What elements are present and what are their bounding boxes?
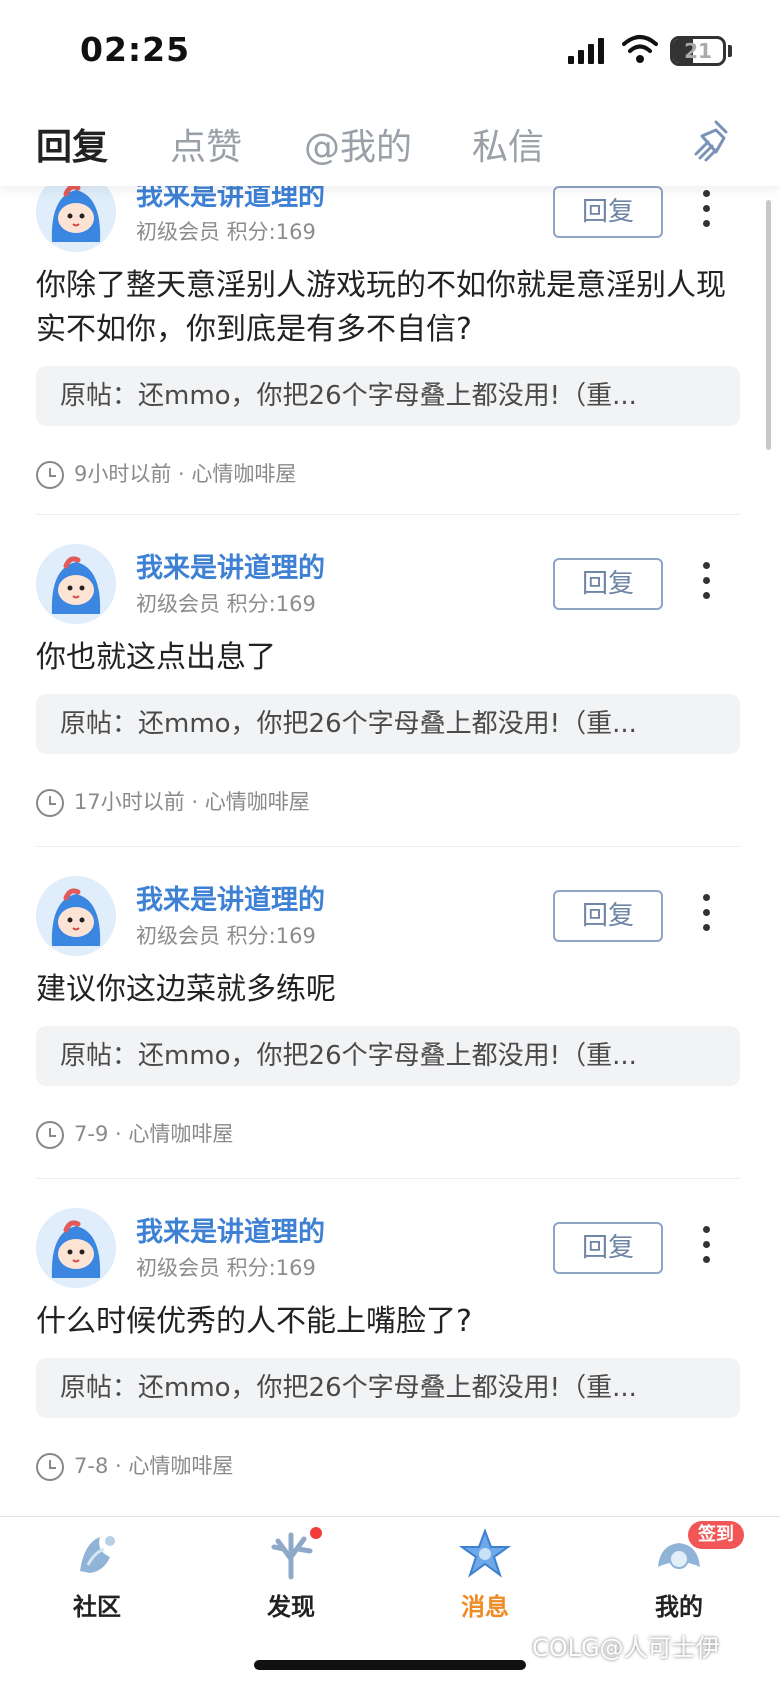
more-options-icon[interactable] <box>696 186 716 236</box>
battery-icon: 21 <box>670 36 726 66</box>
community-icon <box>80 1536 115 1573</box>
original-post[interactable]: 原帖：还mmo，你把26个字母叠上都没用!（重... <box>36 366 740 426</box>
reply-button[interactable]: 回复 <box>553 1222 663 1274</box>
meta-text: 9小时以前 · 心情咖啡屋 <box>74 462 297 486</box>
reply-button[interactable]: 回复 <box>553 186 663 238</box>
tab-private-messages[interactable]: 私信 <box>472 118 544 170</box>
meta-text: 7-9 · 心情咖啡屋 <box>74 1122 234 1146</box>
battery-cap <box>728 45 732 57</box>
member-info: 初级会员 积分:169 <box>136 1256 316 1280</box>
divider <box>36 846 740 847</box>
nav-profile-label: 我的 <box>655 1593 703 1621</box>
avatar[interactable] <box>36 186 116 252</box>
reply-content: 建议你这边菜就多练呢 <box>36 972 336 1007</box>
original-post[interactable]: 原帖：还mmo，你把26个字母叠上都没用!（重... <box>36 694 740 754</box>
clock-icon <box>36 1453 64 1481</box>
cellular-signal-icon <box>568 38 604 64</box>
username[interactable]: 我来是讲道理的 <box>136 878 325 917</box>
message-tabs: 回复 点赞 @我的 私信 <box>0 100 780 186</box>
nav-community[interactable]: 社区 <box>37 1527 157 1622</box>
divider <box>36 514 740 515</box>
username[interactable]: 我来是讲道理的 <box>136 546 325 585</box>
more-options-icon[interactable] <box>696 558 716 608</box>
nav-discover-label: 发现 <box>267 1593 315 1621</box>
home-indicator[interactable] <box>254 1660 526 1670</box>
reply-button[interactable]: 回复 <box>553 558 663 610</box>
reply-meta: 17小时以前 · 心情咖啡屋 <box>36 786 310 817</box>
scrollbar[interactable] <box>766 200 771 450</box>
divider <box>36 1178 740 1179</box>
reply-meta: 7-9 · 心情咖啡屋 <box>36 1118 233 1149</box>
username[interactable]: 我来是讲道理的 <box>136 186 325 213</box>
member-info: 初级会员 积分:169 <box>136 592 316 616</box>
tab-likes[interactable]: 点赞 <box>170 118 242 170</box>
nav-community-label: 社区 <box>73 1593 121 1621</box>
original-post[interactable]: 原帖：还mmo，你把26个字母叠上都没用!（重... <box>36 1026 740 1086</box>
reply-content: 什么时候优秀的人不能上嘴脸了? <box>36 1304 472 1339</box>
reply-button[interactable]: 回复 <box>553 890 663 942</box>
message-icon <box>458 1528 512 1578</box>
member-info: 初级会员 积分:169 <box>136 220 316 244</box>
nav-profile[interactable]: 签到 我的 <box>619 1521 744 1622</box>
original-post[interactable]: 原帖：还mmo，你把26个字母叠上都没用!（重... <box>36 1358 740 1418</box>
member-info: 初级会员 积分:169 <box>136 924 316 948</box>
status-bar: 02:25 21 <box>0 0 780 100</box>
clear-broom-icon[interactable] <box>688 116 736 164</box>
more-options-icon[interactable] <box>696 1222 716 1272</box>
more-options-icon[interactable] <box>696 890 716 940</box>
reply-feed: 我来是讲道理的 初级会员 积分:169 回复 你除了整天意淫别人游戏玩的不如你就… <box>0 186 780 1516</box>
username[interactable]: 我来是讲道理的 <box>136 1210 325 1249</box>
watermark: COLG@人可士伊 <box>532 1634 720 1662</box>
wifi-icon <box>622 35 658 63</box>
sign-in-badge[interactable]: 签到 <box>688 1521 744 1549</box>
battery-level: 21 <box>684 39 712 63</box>
reply-meta: 9小时以前 · 心情咖啡屋 <box>36 458 296 489</box>
tab-replies[interactable]: 回复 <box>36 118 108 170</box>
reply-meta: 7-8 · 心情咖啡屋 <box>36 1450 233 1481</box>
avatar[interactable] <box>36 876 116 956</box>
clock-icon <box>36 789 64 817</box>
status-time: 02:25 <box>80 30 191 69</box>
avatar[interactable] <box>36 1208 116 1288</box>
nav-messages[interactable]: 消息 <box>425 1527 545 1622</box>
tab-mentions[interactable]: @我的 <box>304 118 412 170</box>
avatar-icon <box>36 544 116 624</box>
clock-icon <box>36 461 64 489</box>
avatar-icon <box>36 1208 116 1288</box>
reply-content: 你也就这点出息了 <box>36 640 276 675</box>
reply-content: 你除了整天意淫别人游戏玩的不如你就是意淫别人现实不如你，你到底是有多不自信? <box>36 268 726 347</box>
meta-text: 17小时以前 · 心情咖啡屋 <box>74 790 310 814</box>
clock-icon <box>36 1121 64 1149</box>
meta-text: 7-8 · 心情咖啡屋 <box>74 1454 234 1478</box>
avatar-icon <box>36 876 116 956</box>
nav-messages-label: 消息 <box>461 1593 509 1621</box>
avatar-icon <box>36 186 116 252</box>
nav-discover[interactable]: 发现 <box>231 1525 351 1622</box>
notification-dot <box>308 1525 324 1541</box>
avatar[interactable] <box>36 544 116 624</box>
